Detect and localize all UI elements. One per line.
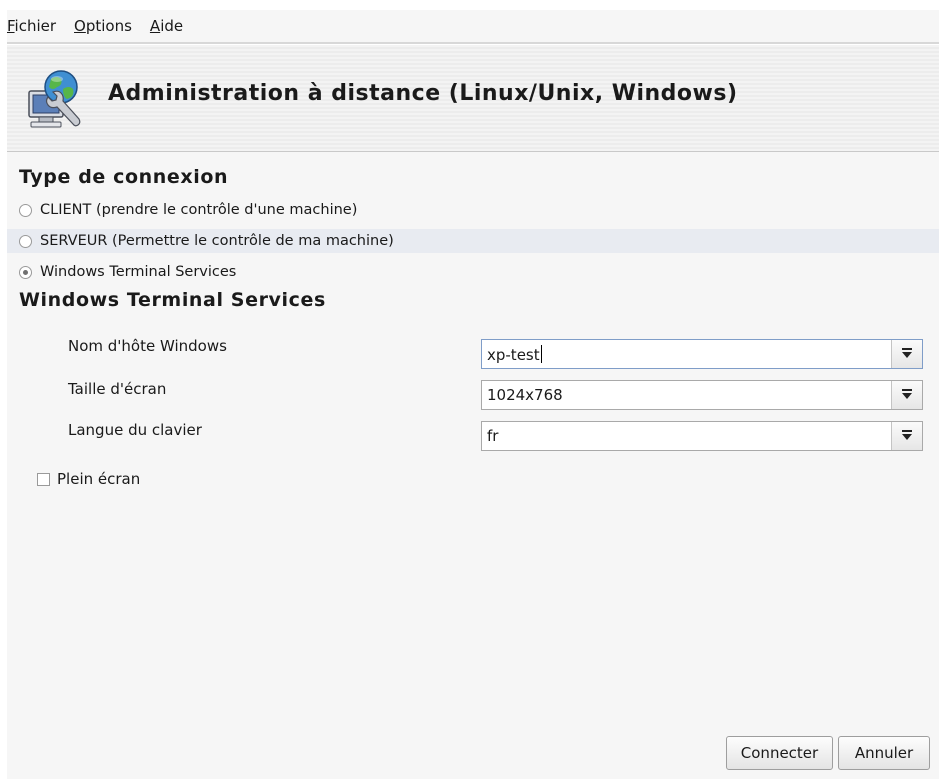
radio-client[interactable]: CLIENT (prendre le contrôle d'une machin… [19, 198, 357, 222]
menu-fichier-label: ichier [14, 17, 57, 35]
chevron-down-icon [902, 348, 912, 358]
menu-aide[interactable]: Aide [150, 17, 183, 35]
screen-size-value[interactable]: 1024x768 [487, 386, 563, 404]
keyboard-dropdown-button[interactable] [891, 422, 922, 450]
screen-size-label: Taille d'écran [68, 380, 167, 398]
keyboard-label: Langue du clavier [68, 421, 202, 439]
fullscreen-checkbox[interactable] [37, 472, 50, 486]
page-title: Administration à distance (Linux/Unix, W… [108, 81, 738, 106]
radio-wts-indicator[interactable] [19, 265, 32, 279]
screen-size-dropdown-button[interactable] [891, 381, 922, 409]
remote-admin-icon [28, 70, 81, 128]
connect-button[interactable]: Connecter [726, 736, 833, 770]
menu-fichier[interactable]: Fichier [7, 17, 56, 35]
header-banner: Administration à distance (Linux/Unix, W… [7, 45, 939, 152]
radio-client-label: CLIENT (prendre le contrôle d'une machin… [40, 202, 358, 218]
radio-server-label: SERVEUR (Permettre le contrôle de ma mac… [40, 233, 394, 249]
fullscreen-label: Plein écran [57, 470, 141, 488]
menu-options[interactable]: Options [74, 17, 132, 35]
keyboard-value[interactable]: fr [487, 427, 498, 445]
hostname-combo[interactable]: xp-test [481, 339, 923, 369]
text-caret [540, 345, 542, 363]
radio-wts[interactable]: Windows Terminal Services [19, 260, 236, 284]
screen-size-combo[interactable]: 1024x768 [481, 380, 923, 410]
hostname-value: xp-test [487, 346, 540, 364]
menu-bar: Fichier Options Aide [7, 10, 939, 42]
radio-wts-label: Windows Terminal Services [40, 264, 237, 280]
chevron-down-icon [902, 389, 912, 399]
section-title-wts: Windows Terminal Services [19, 289, 326, 311]
menu-aide-mnemonic: A [149, 17, 161, 35]
keyboard-combo[interactable]: fr [481, 421, 923, 451]
radio-client-indicator[interactable] [19, 203, 32, 217]
menu-fichier-mnemonic: F [7, 17, 15, 35]
radio-server-indicator[interactable] [19, 234, 32, 248]
menu-options-mnemonic: O [74, 17, 86, 35]
hostname-label: Nom d'hôte Windows [68, 337, 227, 355]
menu-aide-label: ide [160, 17, 184, 35]
hostname-input[interactable]: xp-test [487, 345, 542, 364]
menu-options-label: ptions [85, 17, 132, 35]
chevron-down-icon [902, 430, 912, 440]
radio-server[interactable]: SERVEUR (Permettre le contrôle de ma mac… [7, 229, 939, 253]
section-title-connection-type: Type de connexion [19, 166, 229, 188]
cancel-button[interactable]: Annuler [838, 736, 930, 770]
app-window: Fichier Options Aide Administration à di… [7, 10, 939, 779]
hostname-dropdown-button[interactable] [891, 340, 922, 368]
fullscreen-checkbox-row[interactable]: Plein écran [37, 470, 140, 488]
